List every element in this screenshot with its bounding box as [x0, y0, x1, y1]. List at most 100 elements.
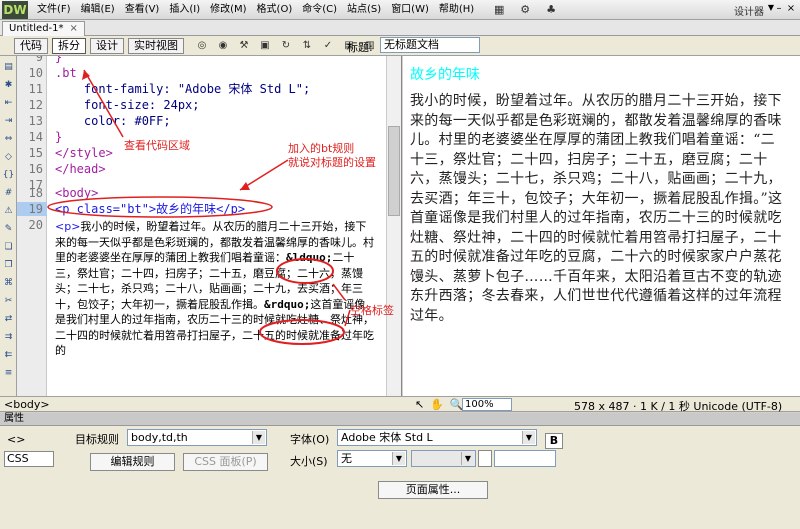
properties-panel: <> HTML CSS 目标规则 body,td,th ▼ 编辑规则 CSS 面板… [0, 426, 800, 529]
menu-commands[interactable]: 命令(C) [297, 0, 342, 20]
scrollbar-thumb[interactable] [388, 126, 400, 216]
hand-tool-icon[interactable]: ✋ [430, 398, 444, 411]
design-view-pane[interactable]: 故乡的年味 我小的时候，盼望着过年。从农历的腊月二十三开始，接下来的每一天似乎都… [403, 56, 800, 396]
check-page-icon[interactable]: ✓ [320, 39, 336, 53]
window-size[interactable]: 578 x 487 [574, 400, 630, 413]
highlight-invalid-icon[interactable]: ⚠ [1, 204, 16, 218]
design-view-button[interactable]: 设计 [90, 37, 124, 54]
split-view-button[interactable]: 拆分 [52, 37, 86, 54]
menu-site[interactable]: 站点(S) [342, 0, 386, 20]
visual-aids-icon[interactable]: ▣ [257, 39, 273, 53]
indent-icon[interactable]: ⇉ [1, 330, 16, 344]
target-rule-label: 目标规则 [75, 433, 119, 446]
line-number: 20 [28, 218, 43, 232]
browser-preview-icon[interactable]: ◉ [215, 39, 231, 53]
select-parent-tag-icon[interactable]: ◇ [1, 150, 16, 164]
code-line: </head> [55, 162, 106, 176]
balance-braces-icon[interactable]: {} [1, 168, 16, 182]
wrap-tag-icon[interactable]: ⌘ [1, 276, 16, 290]
settings-icon[interactable]: ⚙ [517, 3, 533, 17]
menu-format[interactable]: 格式(O) [252, 0, 298, 20]
size-select[interactable]: 无 ▼ [337, 450, 407, 467]
syntax-error-icon[interactable]: ✎ [1, 222, 16, 236]
coding-toolbar: ▤ ✱ ⇤ ⇥ ⇔ ◇ {} # ⚠ ✎ ❏ ❐ ⌘ ✂ ⇄ ⇉ ⇇ ≡ [0, 56, 17, 396]
line-number: 12 [28, 98, 43, 112]
menu-file[interactable]: 文件(F) [32, 0, 76, 20]
code-scrollbar[interactable] [386, 56, 401, 396]
line-number-highlighted: 19 [17, 202, 47, 216]
extend-icon[interactable]: ♣ [543, 3, 559, 17]
outdent-icon[interactable]: ⇇ [1, 348, 16, 362]
chevron-down-icon: ▼ [252, 431, 265, 444]
format-source-icon[interactable]: ≡ [1, 366, 16, 380]
close-tab-icon[interactable]: × [70, 23, 78, 34]
dreamweaver-logo: DW [2, 0, 28, 19]
html-mode-button[interactable]: <> HTML [4, 432, 54, 462]
remove-comment-icon[interactable]: ❐ [1, 258, 16, 272]
move-css-icon[interactable]: ⇄ [1, 312, 16, 326]
menu-insert[interactable]: 插入(I) [164, 0, 205, 20]
css-panel-button[interactable]: CSS 面板(P) [183, 453, 268, 471]
title-label: 标题: [347, 41, 373, 54]
chevron-down-icon: ▼ [392, 452, 405, 465]
code-line: } [55, 56, 63, 64]
menu-help[interactable]: 帮助(H) [434, 0, 479, 20]
download-size: 1 K / 1 秒 [640, 400, 690, 413]
close-icon[interactable]: × [784, 2, 798, 16]
menu-edit[interactable]: 编辑(E) [76, 0, 120, 20]
code-view-button[interactable]: 代码 [14, 37, 48, 54]
tag-selector[interactable]: <body> [4, 398, 50, 411]
size-label: 大小(S) [290, 455, 328, 468]
menu-window[interactable]: 窗口(W) [386, 0, 434, 20]
color-input[interactable] [494, 450, 556, 467]
code-line: color: #0FF; [55, 114, 171, 128]
encoding: Unicode (UTF-8) [693, 400, 783, 413]
select-tool-icon[interactable]: ↖ [415, 398, 424, 411]
code-line: font-family: "Adobe 宋体 Std L"; [55, 82, 311, 96]
font-select[interactable]: Adobe 宋体 Std L ▼ [337, 429, 537, 446]
css-mode-button[interactable]: CSS [4, 451, 54, 467]
code-line: } [55, 130, 63, 144]
page-title-input[interactable]: 无标题文档 [380, 37, 480, 53]
size-unit-select[interactable]: ▼ [411, 450, 476, 467]
page-properties-button[interactable]: 页面属性... [378, 481, 488, 499]
properties-header[interactable]: 属性 [0, 413, 800, 426]
size-value: 无 [341, 452, 352, 465]
apply-comment-icon[interactable]: ❏ [1, 240, 16, 254]
code-line: font-size: 24px; [55, 98, 200, 112]
layout-icon[interactable]: ▦ [491, 3, 507, 17]
line-numbers-icon[interactable]: # [1, 186, 16, 200]
refresh-icon[interactable]: ↻ [278, 39, 294, 53]
design-heading: 故乡的年味 [410, 67, 480, 83]
collapse-tag-icon[interactable]: ⇤ [1, 96, 16, 110]
debug-icon[interactable]: ⚒ [236, 39, 252, 53]
workspace-switcher[interactable]: 设计器 [734, 3, 764, 18]
bold-button[interactable]: B [545, 433, 563, 449]
live-view-button[interactable]: 实时视图 [128, 37, 184, 54]
annotation-view-code: 查看代码区域 [124, 139, 190, 152]
open-documents-icon[interactable]: ▤ [1, 60, 16, 74]
line-number: 11 [28, 82, 43, 96]
color-picker[interactable] [478, 450, 492, 467]
expand-all-icon[interactable]: ⇔ [1, 132, 16, 146]
ldquo-entity: &ldquo; [286, 251, 333, 264]
rdquo-entity: &rdquo; [264, 297, 311, 311]
annotation-space-tag: 空格标签 [350, 304, 394, 317]
line-number: 18 [28, 186, 43, 200]
menu-modify[interactable]: 修改(M) [205, 0, 251, 20]
line-number-gutter: 9 10 11 12 13 14 15 16 17 18 19 20 [17, 56, 47, 396]
code-line: .bt [55, 66, 77, 80]
collapse-selection-icon[interactable]: ⇥ [1, 114, 16, 128]
status-bar: <body> ↖ ✋ 🔍 100% 578 x 487 · 1 K / 1 秒 … [0, 396, 800, 413]
recent-snippets-icon[interactable]: ✂ [1, 294, 16, 308]
zoom-select[interactable]: 100% [462, 398, 512, 411]
document-tab[interactable]: Untitled-1* × [2, 21, 85, 36]
show-code-navigator-icon[interactable]: ✱ [1, 78, 16, 92]
code-view-pane[interactable]: 9 10 11 12 13 14 15 16 17 18 19 20 } .bt… [17, 56, 402, 396]
target-rule-select[interactable]: body,td,th ▼ [127, 429, 267, 446]
font-value: Adobe 宋体 Std L [341, 431, 433, 444]
menu-view[interactable]: 查看(V) [120, 0, 165, 20]
edit-rule-button[interactable]: 编辑规则 [90, 453, 175, 471]
file-management-icon[interactable]: ⇅ [299, 39, 315, 53]
multiscreen-icon[interactable]: ◎ [194, 39, 210, 53]
